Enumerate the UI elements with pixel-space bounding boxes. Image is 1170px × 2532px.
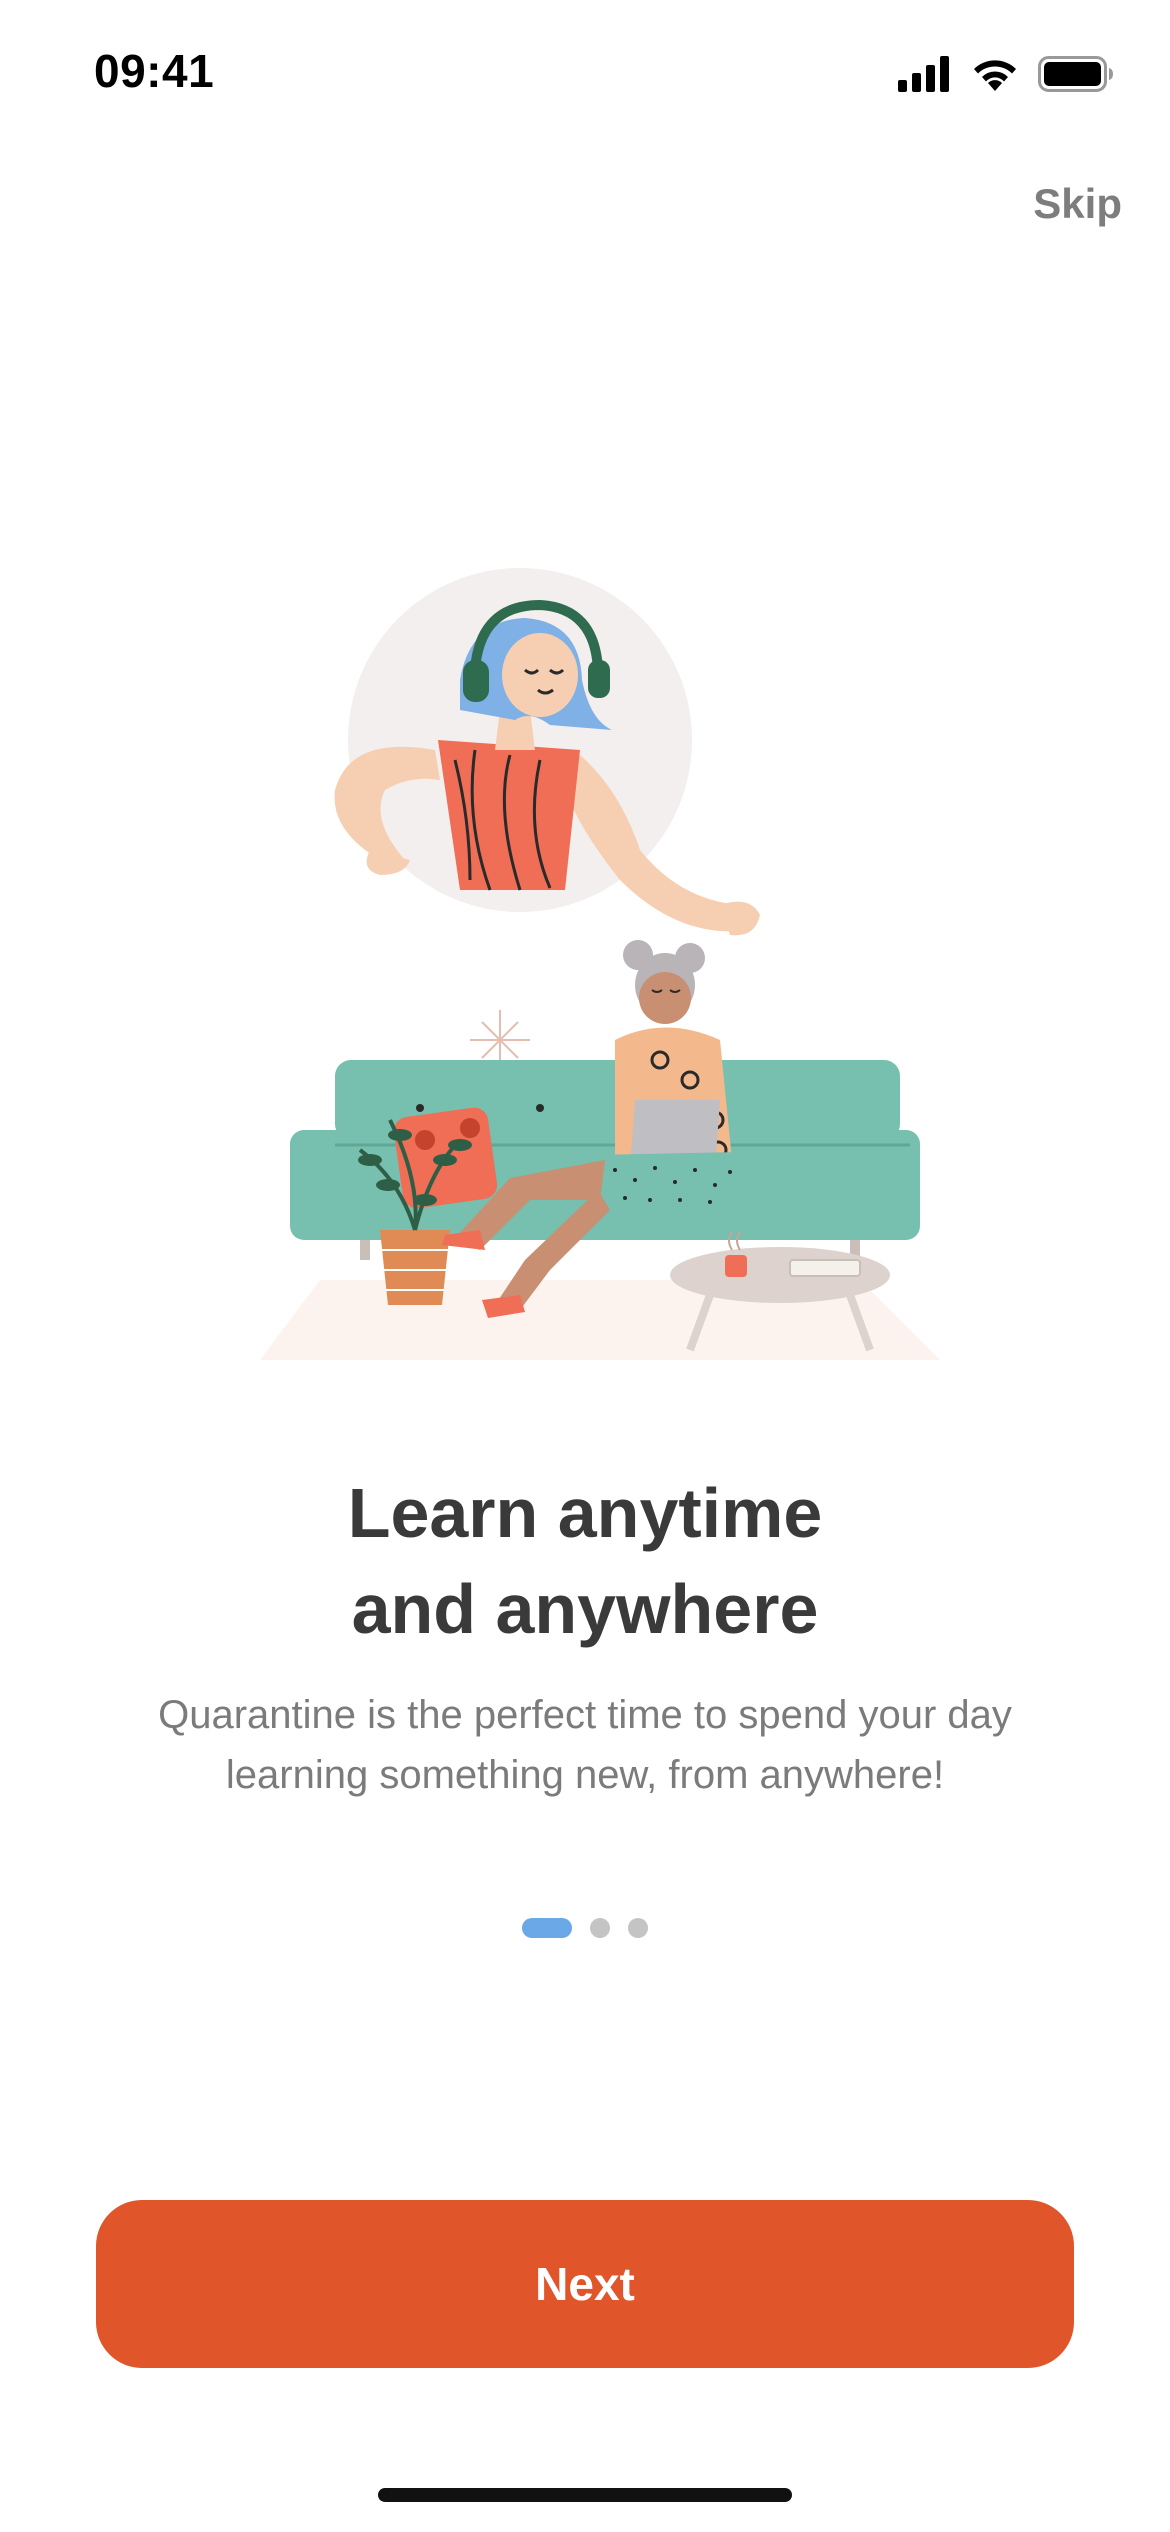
page-dot-1	[522, 1918, 572, 1938]
onboarding-illustration	[260, 568, 940, 1360]
page-indicator	[0, 1918, 1170, 1938]
headline-line-2: and anywhere	[351, 1570, 819, 1648]
description-text: Quarantine is the perfect time to spend …	[158, 1693, 1012, 1797]
wifi-icon	[974, 60, 1016, 91]
cellular-signal-icon	[898, 56, 949, 92]
page-dot-3	[628, 1918, 648, 1938]
next-button[interactable]: Next	[96, 2200, 1074, 2368]
skip-button[interactable]: Skip	[1033, 180, 1122, 228]
home-indicator	[378, 2488, 792, 2502]
page-dot-2	[590, 1918, 610, 1938]
battery-icon	[1038, 56, 1113, 92]
status-time: 09:41	[94, 45, 215, 97]
headline: Learn anytime and anywhere	[0, 1465, 1170, 1657]
status-bar: 09:41	[0, 0, 1170, 150]
status-icons	[898, 54, 1114, 94]
headline-line-1: Learn anytime	[347, 1474, 823, 1552]
